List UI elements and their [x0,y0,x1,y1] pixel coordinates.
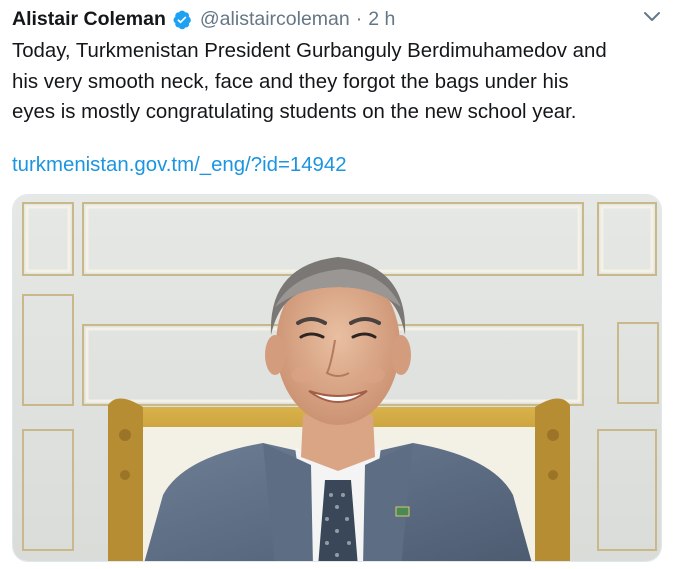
tweet-text: Today, Turkmenistan President Gurbanguly… [12,40,607,123]
header-separator: · [355,8,363,30]
tweet-card: Alistair Coleman @alistaircoleman · 2 h … [0,0,676,569]
tweet-timestamp[interactable]: 2 h [368,6,395,32]
tweet-header: Alistair Coleman @alistaircoleman · 2 h [12,6,664,32]
tweet-photo[interactable] [12,194,662,562]
chevron-down-icon[interactable] [642,10,662,24]
tweet-link[interactable]: turkmenistan.gov.tm/_eng/?id=14942 [12,150,347,180]
author-handle[interactable]: @alistaircoleman [200,6,350,32]
verified-badge-icon [171,9,192,30]
author-display-name[interactable]: Alistair Coleman [12,6,166,32]
